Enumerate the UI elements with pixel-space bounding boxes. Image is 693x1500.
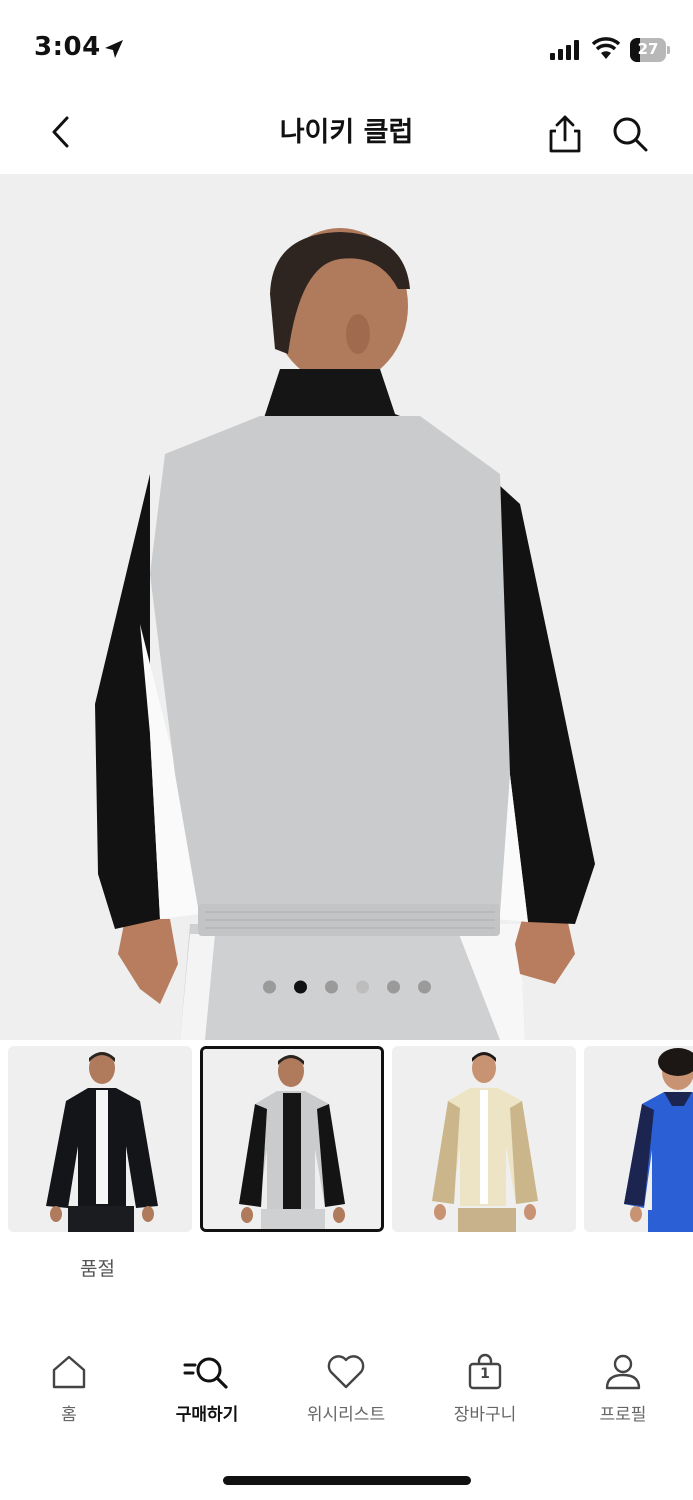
share-button[interactable] [544,112,586,156]
variant-thumbnail-black[interactable] [8,1046,192,1232]
tab-bag[interactable]: 1 장바구니 [425,1350,545,1430]
home-indicator [223,1476,471,1485]
carousel-dot [263,980,276,994]
wifi-icon [591,37,621,65]
tab-profile-label: 프로필 [599,1405,647,1425]
product-image [0,174,693,1040]
bottom-tab-bar: 홈 구매하기 위시리스트 1 장바구니 프로필 [0,1350,693,1440]
profile-icon [605,1354,641,1390]
product-image-carousel[interactable] [0,174,693,1040]
status-bar: 3:04 27 [0,0,693,96]
color-variant-thumbnails [8,1046,693,1232]
search-icon [613,117,648,152]
page-title: 나이키 클럽 [279,117,414,148]
search-button[interactable] [608,112,652,156]
availability-status: 품절 [80,1258,115,1280]
heart-icon [327,1355,365,1389]
bag-count-badge: 1 [480,1366,490,1382]
tab-shop[interactable]: 구매하기 [147,1350,267,1430]
cellular-signal-icon [550,40,582,64]
battery-level: 27 [637,40,659,58]
tab-home[interactable]: 홈 [9,1350,129,1430]
tab-shop-label: 구매하기 [175,1405,239,1425]
tab-home-label: 홈 [61,1405,77,1425]
battery-icon: 27 [630,38,670,62]
carousel-dot [356,980,369,994]
tab-bag-label: 장바구니 [453,1405,517,1425]
tab-wishlist[interactable]: 위시리스트 [286,1350,406,1430]
tab-profile[interactable]: 프로필 [563,1350,683,1430]
top-navigation: 나이키 클럽 [0,96,693,174]
carousel-dot-active [294,980,307,994]
tab-wishlist-label: 위시리스트 [306,1405,386,1425]
share-icon [549,115,581,153]
carousel-dot [418,980,431,994]
variant-thumbnail-blue[interactable] [584,1046,693,1232]
carousel-dot [325,980,338,994]
shop-search-icon [183,1357,228,1389]
location-arrow-icon [103,38,125,64]
variant-thumbnail-beige[interactable] [392,1046,576,1232]
home-icon [52,1355,86,1389]
variant-thumbnail-grey[interactable] [200,1046,384,1232]
status-time: 3:04 [34,32,101,62]
carousel-dot [387,980,400,994]
